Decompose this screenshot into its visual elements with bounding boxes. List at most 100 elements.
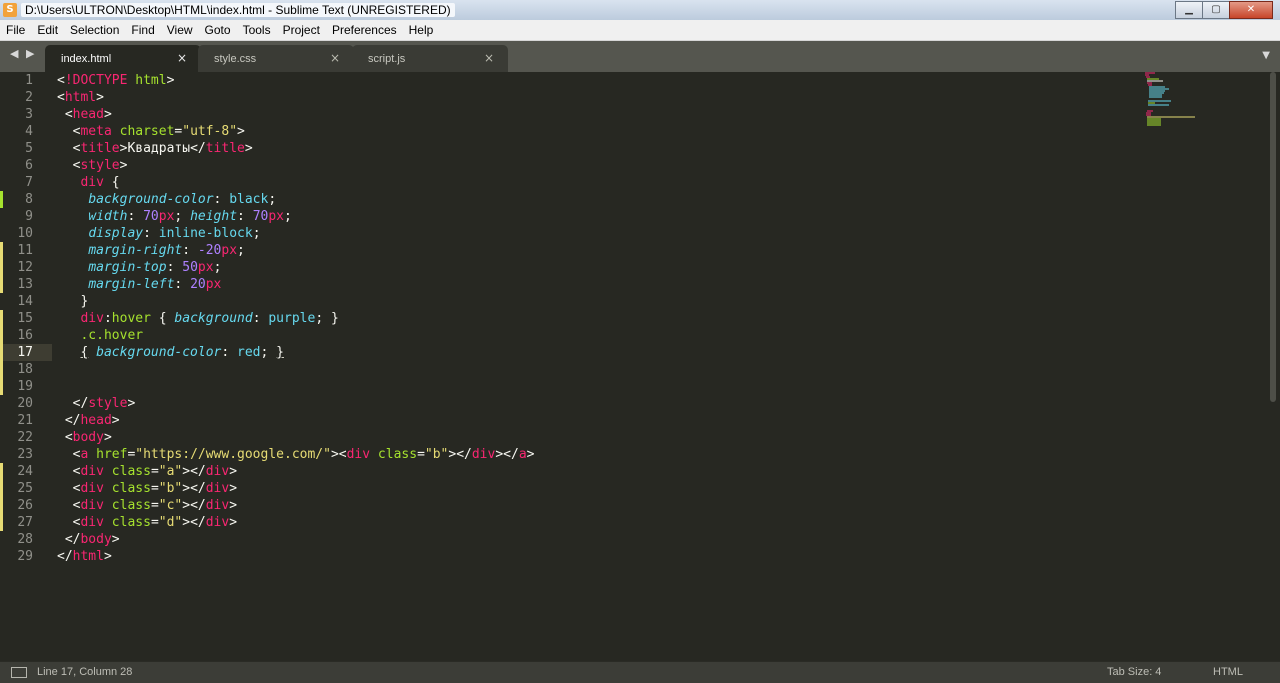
panel-toggle-icon[interactable] (11, 667, 27, 678)
tab-script-js[interactable]: script.js × (352, 45, 508, 72)
modified-line-marker (0, 378, 3, 395)
code-line: </html> (57, 549, 112, 564)
tab-close-icon[interactable]: × (484, 51, 494, 65)
modified-line-marker (0, 242, 3, 259)
code-line: { background-color: red; } (80, 345, 284, 360)
tab-nav-arrows-icon[interactable]: ◀ ▶ (10, 47, 36, 60)
menu-find[interactable]: Find (125, 23, 160, 37)
line-number: 13 (17, 277, 33, 292)
menu-edit[interactable]: Edit (31, 23, 64, 37)
window-title: D:\Users\ULTRON\Desktop\HTML\index.html … (21, 3, 455, 17)
line-number: 23 (17, 447, 33, 462)
line-number: 22 (17, 430, 33, 445)
tab-size-selector[interactable]: Tab Size: 4 (1107, 666, 1161, 678)
code-line: <div class="c"></div> (57, 498, 238, 513)
code-line: .c.hover (80, 328, 144, 343)
line-number: 12 (17, 260, 33, 275)
line-number: 20 (17, 396, 33, 411)
modified-line-marker (0, 327, 3, 344)
line-number: 25 (17, 481, 33, 496)
sublime-app-icon: S (3, 3, 17, 17)
line-number: 1 (25, 73, 33, 88)
modified-line-marker (0, 310, 3, 327)
code-line: <div class="b"></div> (57, 481, 238, 496)
code-line: div:hover { background: purple; } (80, 311, 339, 326)
line-number-gutter: 1 2 3 4 5 6 7 8 9 10 11 12 13 14 15 16 17 18 19 20 21 22 23 24 2… (0, 72, 52, 661)
line-number: 7 (25, 175, 33, 190)
line-number: 5 (25, 141, 33, 156)
menu-preferences[interactable]: Preferences (326, 23, 403, 37)
line-number: 15 (17, 311, 33, 326)
modified-line-marker (0, 259, 3, 276)
menu-goto[interactable]: Goto (199, 23, 237, 37)
line-number: 21 (17, 413, 33, 428)
line-number: 6 (25, 158, 33, 173)
modified-line-marker (0, 463, 3, 480)
code-line: <a href="https://www.google.com/"><div c… (57, 447, 535, 462)
tab-label: index.html (61, 53, 112, 65)
line-number: 11 (17, 243, 33, 258)
code-line: </style> (57, 396, 136, 411)
status-bar: Line 17, Column 28 Tab Size: 4 HTML (0, 661, 1280, 683)
scrollbar-thumb[interactable] (1270, 72, 1276, 402)
code-line: margin-left: 20px (88, 277, 222, 292)
line-number: 19 (17, 379, 33, 394)
modified-line-marker (0, 276, 3, 293)
tab-label: script.js (368, 53, 406, 65)
code-editor[interactable]: 1 2 3 4 5 6 7 8 9 10 11 12 13 14 15 16 17 18 19 20 21 22 23 24 2… (0, 72, 1280, 661)
line-number: 17 (17, 345, 33, 360)
line-number: 24 (17, 464, 33, 479)
minimize-button[interactable]: ▁ (1175, 1, 1203, 19)
code-line: } (57, 294, 89, 309)
close-window-button[interactable]: ✕ (1229, 1, 1273, 19)
tab-label: style.css (214, 53, 257, 65)
menu-project[interactable]: Project (277, 23, 326, 37)
code-line: <head> (57, 107, 112, 122)
code-line: div { (80, 175, 120, 190)
menu-selection[interactable]: Selection (64, 23, 125, 37)
maximize-button[interactable]: ▢ (1202, 1, 1230, 19)
line-number: 9 (25, 209, 33, 224)
code-line: </body> (57, 532, 120, 547)
line-number: 8 (25, 192, 33, 207)
tab-close-icon[interactable]: × (177, 51, 187, 65)
tab-list-dropdown-icon[interactable]: ▼ (1262, 50, 1270, 61)
menu-tools[interactable]: Tools (237, 23, 277, 37)
vertical-scrollbar[interactable] (1268, 72, 1278, 402)
menu-bar: File Edit Selection Find View Goto Tools… (0, 20, 1280, 41)
modified-line-marker (0, 480, 3, 497)
code-line: <html> (57, 90, 104, 105)
code-line: margin-right: -20px; (88, 243, 245, 258)
syntax-selector[interactable]: HTML (1213, 666, 1243, 678)
code-line: margin-top: 50px; (88, 260, 222, 275)
code-line: <div class="d"></div> (57, 515, 238, 530)
code-line: width: 70px; height: 70px; (88, 209, 292, 224)
code-line: <title>Квадраты</title> (57, 141, 253, 156)
line-number: 18 (17, 362, 33, 377)
cursor-position: Line 17, Column 28 (37, 666, 133, 678)
code-line: </head> (57, 413, 120, 428)
line-number: 26 (17, 498, 33, 513)
added-line-marker (0, 191, 3, 208)
minimap[interactable] (1143, 72, 1203, 132)
code-line: background-color: black; (88, 192, 277, 207)
code-line: <body> (57, 430, 112, 445)
tab-bar: ◀ ▶ index.html × style.css × script.js ×… (0, 41, 1280, 72)
code-line: <div class="a"></div> (57, 464, 238, 479)
line-number: 3 (25, 107, 33, 122)
code-line: <style> (57, 158, 128, 173)
line-number: 29 (17, 549, 33, 564)
code-line: display: inline-block; (88, 226, 261, 241)
menu-help[interactable]: Help (403, 23, 440, 37)
line-number: 4 (25, 124, 33, 139)
tab-style-css[interactable]: style.css × (198, 45, 354, 72)
modified-line-marker (0, 361, 3, 378)
modified-line-marker (0, 497, 3, 514)
minimap-lines (1145, 72, 1195, 126)
line-number: 2 (25, 90, 33, 105)
menu-file[interactable]: File (0, 23, 31, 37)
line-number: 10 (17, 226, 33, 241)
tab-close-icon[interactable]: × (330, 51, 340, 65)
menu-view[interactable]: View (161, 23, 199, 37)
tab-index-html[interactable]: index.html × (45, 45, 201, 72)
